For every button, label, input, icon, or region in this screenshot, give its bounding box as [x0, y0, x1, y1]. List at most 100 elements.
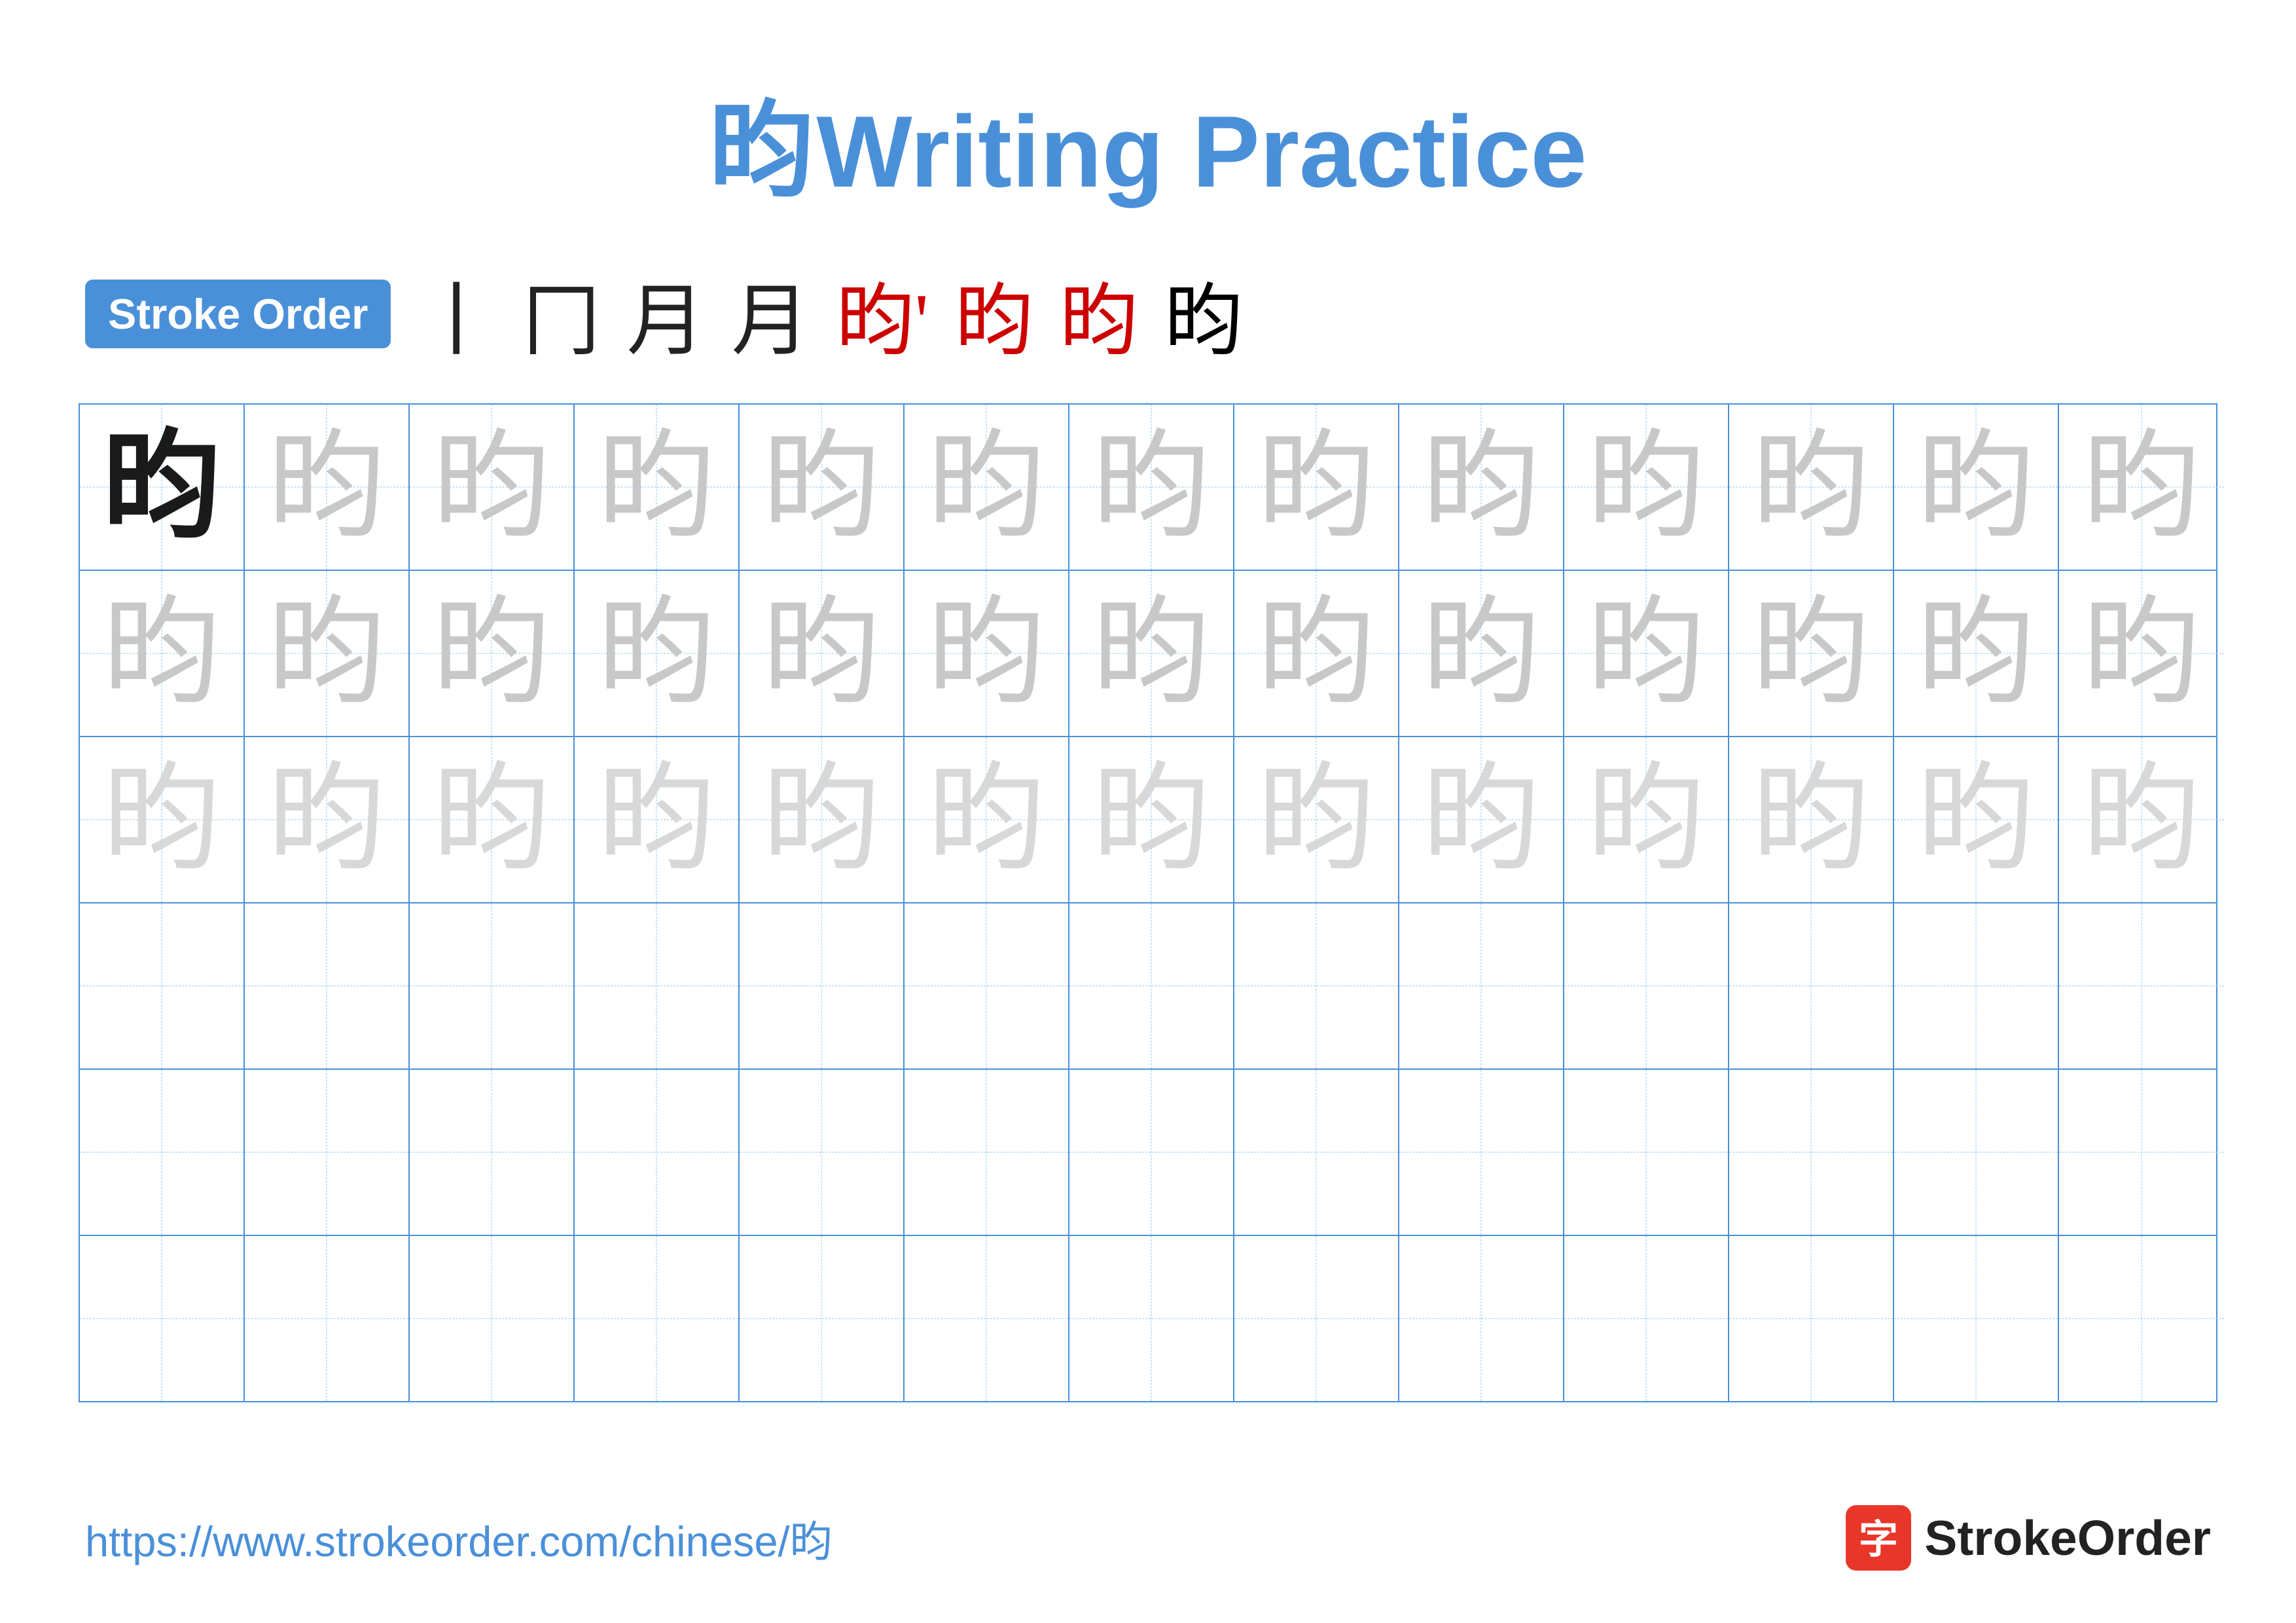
- grid-cell: 昀: [1069, 737, 1234, 902]
- grid-cell: 昀: [1399, 571, 1564, 736]
- footer: https://www.strokeorder.com/chinese/昀 字 …: [0, 1505, 2296, 1571]
- grid-cell: 昀: [2059, 737, 2224, 902]
- grid-cell-empty[interactable]: [575, 1236, 740, 1401]
- grid-cell-empty[interactable]: [1234, 1236, 1399, 1401]
- title-char: 昀: [709, 93, 814, 210]
- stroke-step-4: 月: [731, 257, 810, 371]
- grid-cell: 昀: [1234, 571, 1399, 736]
- grid-cell-empty[interactable]: [1894, 903, 2059, 1068]
- grid-cell: 昀: [80, 737, 245, 902]
- grid-cell-empty[interactable]: [2059, 1236, 2224, 1401]
- grid-cell-empty[interactable]: [1399, 903, 1564, 1068]
- title-text: Writing Practice: [816, 95, 1587, 208]
- grid-cell-empty[interactable]: [410, 903, 575, 1068]
- grid-cell-empty[interactable]: [1729, 1070, 1894, 1235]
- grid-row-2: 昀 昀 昀 昀 昀 昀 昀 昀 昀 昀 昀 昀 昀: [80, 571, 2216, 737]
- grid-row-1: 昀 昀 昀 昀 昀 昀 昀 昀 昀 昀 昀 昀 昀: [80, 405, 2216, 571]
- stroke-step-2: 冂: [522, 257, 600, 371]
- grid-cell: 昀: [245, 405, 410, 570]
- grid-cell-empty[interactable]: [1564, 1070, 1729, 1235]
- grid-cell: 昀: [1894, 405, 2059, 570]
- grid-cell-empty[interactable]: [410, 1236, 575, 1401]
- grid-cell-empty[interactable]: [1564, 1236, 1729, 1401]
- grid-cell: 昀: [575, 571, 740, 736]
- grid-cell-empty[interactable]: [1729, 903, 1894, 1068]
- grid-cell-empty[interactable]: [740, 1070, 905, 1235]
- svg-text:字: 字: [1859, 1518, 1898, 1561]
- grid-cell-empty[interactable]: [905, 903, 1069, 1068]
- grid-row-4[interactable]: [80, 903, 2216, 1070]
- footer-url: https://www.strokeorder.com/chinese/昀: [85, 1507, 833, 1569]
- stroke-order-row: Stroke Order 丨 冂 月 月 昀' 昀 昀 昀: [0, 257, 2296, 371]
- footer-logo: 字 StrokeOrder: [1846, 1505, 2211, 1571]
- grid-row-6[interactable]: [80, 1236, 2216, 1401]
- grid-cell-empty[interactable]: [2059, 1070, 2224, 1235]
- stroke-step-7: 昀: [1060, 257, 1138, 371]
- grid-cell-empty[interactable]: [1069, 903, 1234, 1068]
- grid-cell-empty[interactable]: [410, 1070, 575, 1235]
- stroke-step-1: 丨: [417, 257, 495, 371]
- grid-cell: 昀: [1564, 571, 1729, 736]
- grid-cell-empty[interactable]: [1234, 903, 1399, 1068]
- grid-cell-empty[interactable]: [80, 1236, 245, 1401]
- grid-cell-empty[interactable]: [905, 1070, 1069, 1235]
- grid-cell: 昀: [2059, 405, 2224, 570]
- grid-cell: 昀: [905, 571, 1069, 736]
- grid-cell-empty[interactable]: [575, 903, 740, 1068]
- grid-cell: 昀: [740, 571, 905, 736]
- stroke-step-3: 月: [626, 257, 705, 371]
- grid-cell-empty[interactable]: [1894, 1070, 2059, 1235]
- grid-cell-empty[interactable]: [1564, 903, 1729, 1068]
- stroke-order-badge: Stroke Order: [85, 280, 391, 348]
- footer-logo-text: StrokeOrder: [1924, 1510, 2211, 1566]
- grid-cell: 昀: [410, 405, 575, 570]
- strokeorder-logo-icon: 字: [1846, 1505, 1911, 1571]
- grid-cell: 昀: [1729, 571, 1894, 736]
- grid-cell-empty[interactable]: [1399, 1236, 1564, 1401]
- stroke-step-8: 昀: [1164, 257, 1243, 371]
- grid-cell-empty[interactable]: [1399, 1070, 1564, 1235]
- stroke-step-6: 昀: [955, 257, 1033, 371]
- grid-cell: 昀: [1069, 405, 1234, 570]
- grid-cell-empty[interactable]: [905, 1236, 1069, 1401]
- grid-cell: 昀: [1234, 737, 1399, 902]
- grid-cell-empty[interactable]: [1234, 1070, 1399, 1235]
- grid-cell: 昀: [245, 571, 410, 736]
- grid-row-5[interactable]: [80, 1070, 2216, 1236]
- grid-cell-empty[interactable]: [2059, 903, 2224, 1068]
- grid-cell: 昀: [1564, 405, 1729, 570]
- grid-cell: 昀: [1234, 405, 1399, 570]
- grid-cell: 昀: [80, 405, 245, 570]
- stroke-step-5: 昀': [836, 257, 929, 371]
- grid-cell: 昀: [80, 571, 245, 736]
- grid-cell: 昀: [1399, 405, 1564, 570]
- grid-cell: 昀: [740, 405, 905, 570]
- grid-cell-empty[interactable]: [575, 1070, 740, 1235]
- grid-cell-empty[interactable]: [1729, 1236, 1894, 1401]
- grid-cell: 昀: [575, 737, 740, 902]
- grid-cell: 昀: [1069, 571, 1234, 736]
- grid-cell: 昀: [905, 737, 1069, 902]
- grid-cell-empty[interactable]: [1069, 1070, 1234, 1235]
- practice-grid: 昀 昀 昀 昀 昀 昀 昀 昀 昀 昀 昀 昀 昀 昀 昀 昀 昀 昀 昀 昀 …: [79, 403, 2217, 1402]
- grid-cell-empty[interactable]: [80, 1070, 245, 1235]
- grid-cell-empty[interactable]: [80, 903, 245, 1068]
- grid-cell: 昀: [1729, 405, 1894, 570]
- grid-cell: 昀: [410, 571, 575, 736]
- grid-cell-empty[interactable]: [740, 1236, 905, 1401]
- grid-cell: 昀: [1564, 737, 1729, 902]
- grid-cell: 昀: [740, 737, 905, 902]
- grid-cell: 昀: [905, 405, 1069, 570]
- grid-row-3: 昀 昀 昀 昀 昀 昀 昀 昀 昀 昀 昀 昀 昀: [80, 737, 2216, 903]
- grid-cell-empty[interactable]: [245, 1070, 410, 1235]
- page-title: 昀 Writing Practice: [0, 0, 2296, 217]
- grid-cell-empty[interactable]: [1069, 1236, 1234, 1401]
- grid-cell-empty[interactable]: [245, 1236, 410, 1401]
- grid-cell: 昀: [2059, 571, 2224, 736]
- grid-cell: 昀: [1894, 571, 2059, 736]
- grid-cell: 昀: [410, 737, 575, 902]
- grid-cell-empty[interactable]: [740, 903, 905, 1068]
- grid-cell: 昀: [575, 405, 740, 570]
- grid-cell-empty[interactable]: [1894, 1236, 2059, 1401]
- grid-cell-empty[interactable]: [245, 903, 410, 1068]
